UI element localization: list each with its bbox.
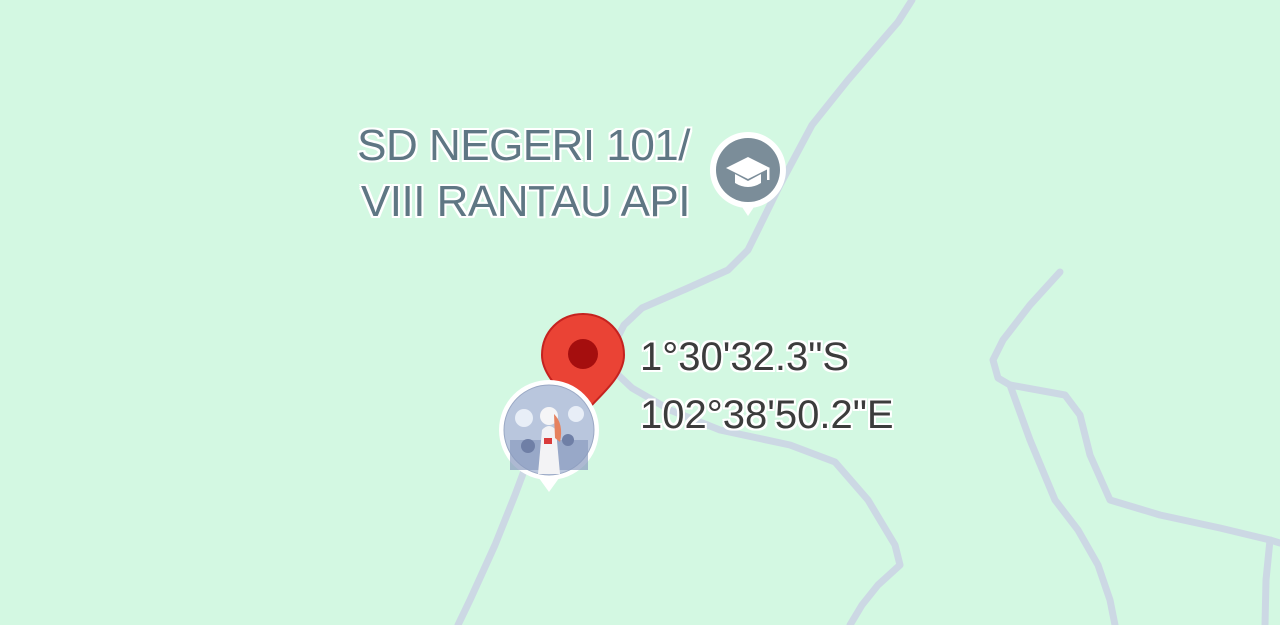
road-far-east [1261, 536, 1274, 625]
longitude-text: 102°38'50.2"E [640, 393, 894, 437]
school-graduation-cap-icon[interactable] [706, 128, 790, 220]
road-network [454, 0, 1280, 625]
map-canvas[interactable]: SD NEGERI 101/ VIII RANTAU API 1°30'32.3… [0, 0, 1280, 625]
road-east-south [1006, 381, 1119, 625]
latitude-text: 1°30'32.3"S [640, 335, 850, 379]
poi-name-line1: SD NEGERI 101/ [357, 121, 690, 170]
road-east [989, 268, 1280, 547]
coordinates-readout: 1°30'32.3"S 102°38'50.2"E [640, 328, 894, 444]
poi-label-school[interactable]: SD NEGERI 101/ VIII RANTAU API [357, 118, 690, 230]
user-avatar-icon[interactable] [498, 380, 600, 496]
road-main [454, 0, 916, 625]
poi-name-line2: VIII RANTAU API [360, 177, 691, 226]
